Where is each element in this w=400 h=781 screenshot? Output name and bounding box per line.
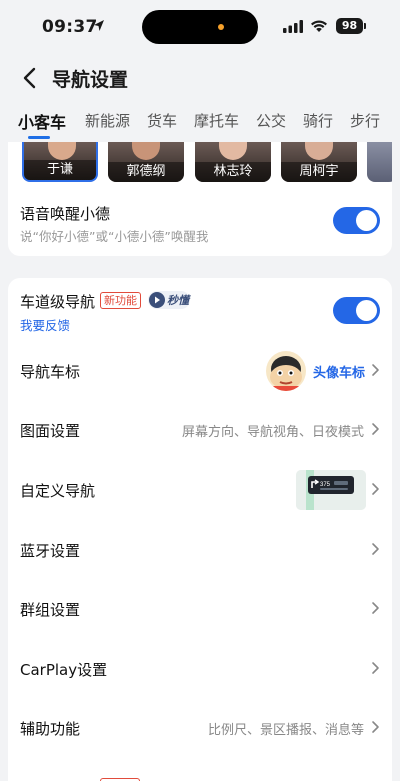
chevron-right-icon (372, 721, 379, 733)
voice-pack-portrait (48, 142, 76, 160)
group-row[interactable]: 群组设置 (8, 579, 392, 638)
chevron-right-icon (372, 364, 379, 376)
row-label: 导航车标 (20, 363, 81, 381)
row-value: 比例尺、景区播报、消息等 (207, 723, 364, 738)
row-label: 群组设置 (20, 601, 81, 619)
carplay-row[interactable]: CarPlay设置 (8, 639, 392, 698)
voice-pack-name: 林志玲 (195, 162, 271, 182)
battery-indicator: 98 (336, 18, 363, 34)
voice-pack-portrait (132, 142, 160, 160)
voice-pack-item[interactable]: 于谦 (22, 142, 98, 182)
tab-bus[interactable]: 公交 (256, 110, 286, 131)
bluetooth-row[interactable]: 蓝牙设置 (8, 520, 392, 579)
cellular-signal-icon (283, 20, 303, 33)
voice-pack-name: 周柯宇 (281, 162, 357, 182)
wifi-icon (311, 20, 327, 32)
tab-new-energy[interactable]: 新能源 (85, 110, 130, 131)
voice-pack-item[interactable]: 林志玲 (195, 142, 271, 182)
voice-pack-item[interactable]: 周柯宇 (281, 142, 357, 182)
chevron-right-icon (372, 483, 379, 495)
dynamic-island (142, 10, 258, 44)
chevron-right-icon (372, 602, 379, 614)
voice-pack-item[interactable]: 郭德纲 (108, 142, 184, 182)
nav-icon-value: 头像车标 (312, 366, 365, 381)
chevron-right-icon (372, 543, 379, 555)
chevron-right-icon (372, 423, 379, 435)
assist-row[interactable]: 辅助功能 比例尺、景区播报、消息等 (8, 698, 392, 757)
row-label: 自定义导航 (20, 482, 96, 500)
back-button[interactable] (18, 64, 44, 92)
chevron-right-icon (372, 662, 379, 674)
toggle-knob (356, 210, 377, 231)
voice-wake-subtitle: 说“你好小德”或“小德小德”唤醒我 (20, 229, 209, 244)
island-indicator-dot (218, 24, 224, 30)
tab-cycling[interactable]: 骑行 (303, 110, 333, 131)
row-label: 图面设置 (20, 422, 81, 440)
row-label: 蓝牙设置 (20, 542, 81, 560)
toggle-knob (356, 300, 377, 321)
speed-badge: 秒懂 (148, 291, 190, 309)
voice-pack-item[interactable] (367, 142, 392, 182)
tab-truck[interactable]: 货车 (147, 110, 177, 131)
voice-pack-name: 郭德纲 (108, 162, 184, 182)
new-feature-badge: 新功能 (100, 292, 141, 309)
row-value: 屏幕方向、导航视角、日夜模式 (181, 425, 364, 440)
location-arrow-icon (94, 20, 104, 31)
row-label: CarPlay设置 (20, 661, 108, 679)
play-icon (149, 292, 165, 308)
battery-tip (364, 23, 366, 29)
status-bar: 09:37 98 (0, 0, 400, 54)
status-time: 09:37 (42, 17, 98, 37)
voice-card: 于谦 郭德纲 林志玲 周柯宇 语音唤醒小德 说“你好小德”或“小德小德”唤醒我 (8, 142, 392, 256)
voice-wake-toggle[interactable] (333, 207, 380, 234)
active-tab-indicator (28, 136, 50, 139)
custom-nav-preview-text: 375 (320, 482, 331, 488)
voice-pack-name: 于谦 (24, 160, 96, 180)
car-avatar-image (266, 351, 306, 391)
lane-nav-row: 车道级导航 新功能 秒懂 我要反馈 (8, 278, 392, 338)
feedback-link[interactable]: 我要反馈 (20, 315, 70, 334)
voice-wake-title: 语音唤醒小德 (20, 205, 111, 223)
voice-pack-portrait (305, 142, 333, 160)
nav-bar: 导航设置 (0, 60, 400, 96)
tab-car[interactable]: 小客车 (18, 109, 66, 133)
speed-badge-label: 秒懂 (167, 294, 189, 307)
tab-motorcycle[interactable]: 摩托车 (194, 110, 239, 131)
custom-nav-preview: 375 (296, 470, 366, 510)
lane-nav-title: 车道级导航 (20, 293, 96, 311)
page-title: 导航设置 (52, 69, 129, 91)
vehicle-tabs: 小客车 新能源 货车 摩托车 公交 骑行 步行 (0, 106, 400, 142)
tab-walking[interactable]: 步行 (350, 110, 380, 131)
voice-pack-strip: 于谦 郭德纲 林志玲 周柯宇 (8, 142, 392, 182)
voice-pack-portrait (219, 142, 247, 160)
row-label: 辅助功能 (20, 720, 81, 738)
map-display-row[interactable]: 图面设置 屏幕方向、导航视角、日夜模式 (8, 400, 392, 459)
settings-card: 车道级导航 新功能 秒懂 我要反馈 导航车标 头像车标 图面设置 屏幕方向、导航… (8, 278, 392, 781)
lane-nav-toggle[interactable] (333, 297, 380, 324)
